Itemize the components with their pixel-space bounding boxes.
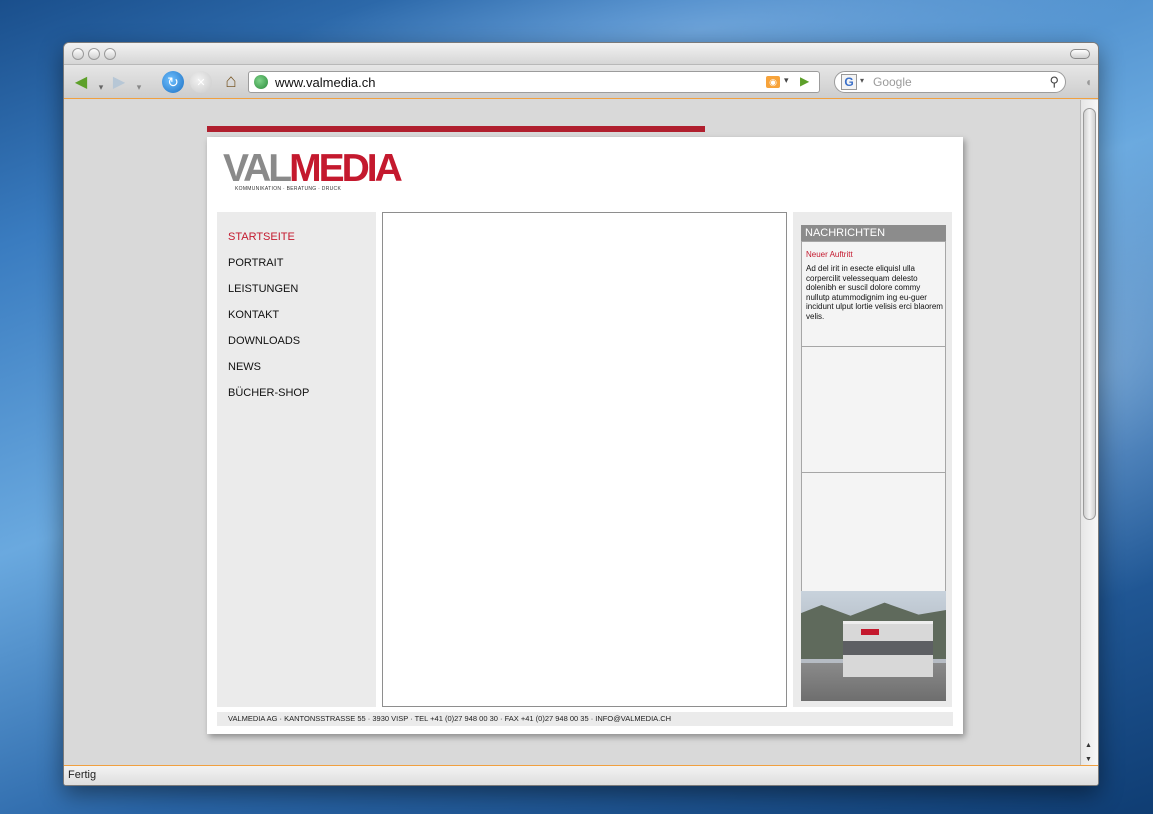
url-bar[interactable]: www.valmedia.ch <box>248 71 820 93</box>
main-navigation: STARTSEITE PORTRAIT LEISTUNGEN KONTAKT D… <box>217 212 376 707</box>
title-bar[interactable] <box>64 43 1098 65</box>
status-text: Fertig <box>68 769 97 781</box>
globe-icon <box>254 75 268 89</box>
nav-item-downloads[interactable]: DOWNLOADS <box>228 332 376 358</box>
search-bar[interactable]: G ▾ Google ⚲ <box>834 71 1066 93</box>
google-icon[interactable]: G <box>841 74 857 90</box>
nav-item-leistungen[interactable]: LEISTUNGEN <box>228 280 376 306</box>
nav-item-portrait[interactable]: PORTRAIT <box>228 254 376 280</box>
sidebar-box <box>801 346 946 473</box>
search-icon[interactable]: ⚲ <box>1049 74 1059 90</box>
logo-tagline: KOMMUNIKATION · BERATUNG · DRUCK <box>235 186 342 192</box>
news-panel: Neuer Auftritt Ad del irit in esecte eli… <box>801 241 946 347</box>
browser-window: ◀ ▾ ▶ ▾ ↻ ✕ ⌂ www.valmedia.ch ◉ ▾ ▶ G ▾ … <box>63 42 1099 786</box>
close-window-button[interactable] <box>72 48 84 60</box>
nav-item-kontakt[interactable]: KONTAKT <box>228 306 376 332</box>
zoom-window-button[interactable] <box>104 48 116 60</box>
news-header: NACHRICHTEN <box>801 225 946 241</box>
nav-item-news[interactable]: NEWS <box>228 358 376 384</box>
scroll-up-icon[interactable]: ▲ <box>1085 742 1092 749</box>
stop-icon[interactable]: ✕ <box>190 71 212 93</box>
forward-history-dropdown-icon[interactable]: ▾ <box>128 76 150 98</box>
toolbar-overflow-icon: ◖ <box>1084 75 1092 89</box>
news-item-title[interactable]: Neuer Auftritt <box>806 250 853 259</box>
vertical-scrollbar[interactable]: ▲ ▼ <box>1080 100 1098 767</box>
minimize-window-button[interactable] <box>88 48 100 60</box>
red-accent-line <box>207 126 705 132</box>
nav-item-buecher-shop[interactable]: BÜCHER-SHOP <box>228 384 376 410</box>
go-icon[interactable]: ▶ <box>800 74 809 88</box>
toolbar-toggle-button[interactable] <box>1070 49 1090 59</box>
web-content: VALMEDIA KOMMUNIKATION · BERATUNG · DRUC… <box>64 100 1081 767</box>
rss-icon[interactable]: ◉ <box>766 76 780 88</box>
search-engine-dropdown-icon[interactable]: ▾ <box>860 76 864 85</box>
sidebar-box <box>801 472 946 592</box>
building-photo <box>801 591 946 701</box>
news-item-body: Ad del irit in esecte eliquisl ulla corp… <box>806 264 943 321</box>
search-placeholder[interactable]: Google <box>873 75 912 89</box>
sidebar-column: NACHRICHTEN Neuer Auftritt Ad del irit i… <box>793 212 952 707</box>
main-content-panel <box>382 212 787 707</box>
site-page: VALMEDIA KOMMUNIKATION · BERATUNG · DRUC… <box>207 137 963 734</box>
rss-dropdown-icon[interactable]: ▾ <box>784 75 789 86</box>
logo-wordmark: VALMEDIA <box>223 147 403 190</box>
url-text[interactable]: www.valmedia.ch <box>275 75 375 90</box>
scroll-down-icon[interactable]: ▼ <box>1085 756 1092 763</box>
nav-item-startseite[interactable]: STARTSEITE <box>228 228 376 254</box>
reload-icon[interactable]: ↻ <box>162 71 184 93</box>
home-icon[interactable]: ⌂ <box>220 71 242 93</box>
back-icon[interactable]: ◀ <box>70 71 92 93</box>
site-footer: VALMEDIA AG · KANTONSSTRASSE 55 · 3930 V… <box>217 712 953 726</box>
forward-icon[interactable]: ▶ <box>108 71 130 93</box>
scrollbar-thumb[interactable] <box>1083 108 1096 520</box>
browser-toolbar: ◀ ▾ ▶ ▾ ↻ ✕ ⌂ www.valmedia.ch ◉ ▾ ▶ G ▾ … <box>64 65 1098 99</box>
valmedia-logo[interactable]: VALMEDIA KOMMUNIKATION · BERATUNG · DRUC… <box>223 149 403 195</box>
status-bar: Fertig <box>64 765 1098 785</box>
